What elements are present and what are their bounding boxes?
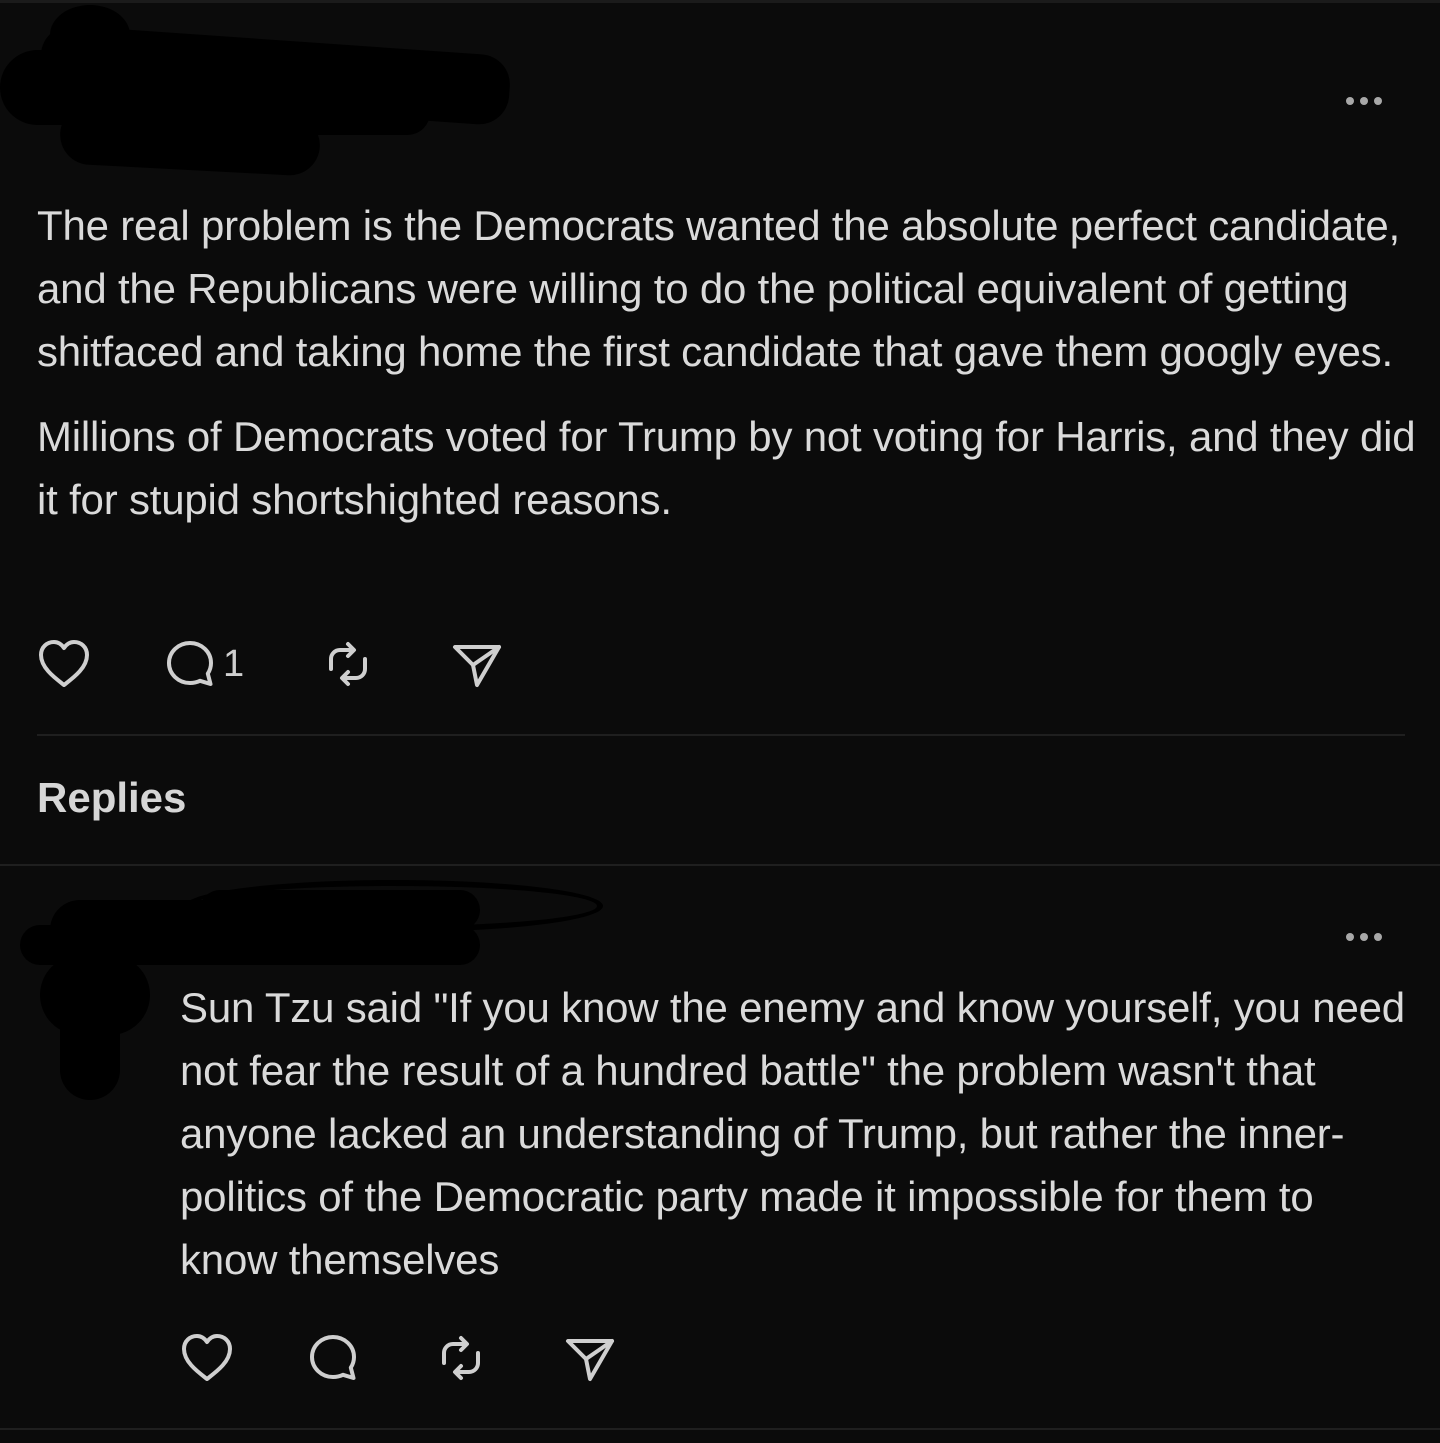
top-divider [0,0,1440,3]
reply-repost-button[interactable] [436,1333,564,1383]
post-actions: 1 [37,638,503,690]
replies-heading: Replies [37,774,187,821]
post-paragraph-2: Millions of Democrats voted for Trump by… [37,413,1416,523]
send-icon [566,1339,614,1381]
post-paragraph-1: The real problem is the Democrats wanted… [37,202,1401,375]
post-text: The real problem is the Democrats wanted… [37,194,1417,531]
post-more-button[interactable] [1346,97,1382,105]
post-divider [37,734,1405,736]
reply-paragraph: Sun Tzu said "If you know the enemy and … [180,984,1405,1283]
repost-button[interactable] [323,639,451,689]
reply-like-button[interactable] [180,1332,308,1384]
like-button[interactable] [37,638,165,690]
reply-more-button[interactable] [1346,933,1382,941]
reply-reply-button[interactable] [308,1333,436,1383]
heart-icon [182,1334,232,1381]
reply-text: Sun Tzu said "If you know the enemy and … [180,976,1420,1291]
reply-button[interactable]: 1 [165,639,323,689]
bottom-divider [0,1428,1440,1430]
repost-icon [442,1336,480,1380]
comment-icon [310,1335,356,1380]
replies-divider [0,864,1440,866]
more-icon [1346,97,1354,105]
send-icon [453,645,501,687]
reply-count: 1 [223,642,245,685]
reply-actions[interactable] [180,1332,616,1384]
heart-icon [39,640,89,687]
reply-share-button[interactable] [564,1333,616,1383]
thread-view: The real problem is the Democrats wanted… [0,0,1440,1443]
share-button[interactable] [451,639,503,689]
more-icon [1346,933,1354,941]
comment-icon [167,641,213,686]
repost-icon [329,642,367,686]
